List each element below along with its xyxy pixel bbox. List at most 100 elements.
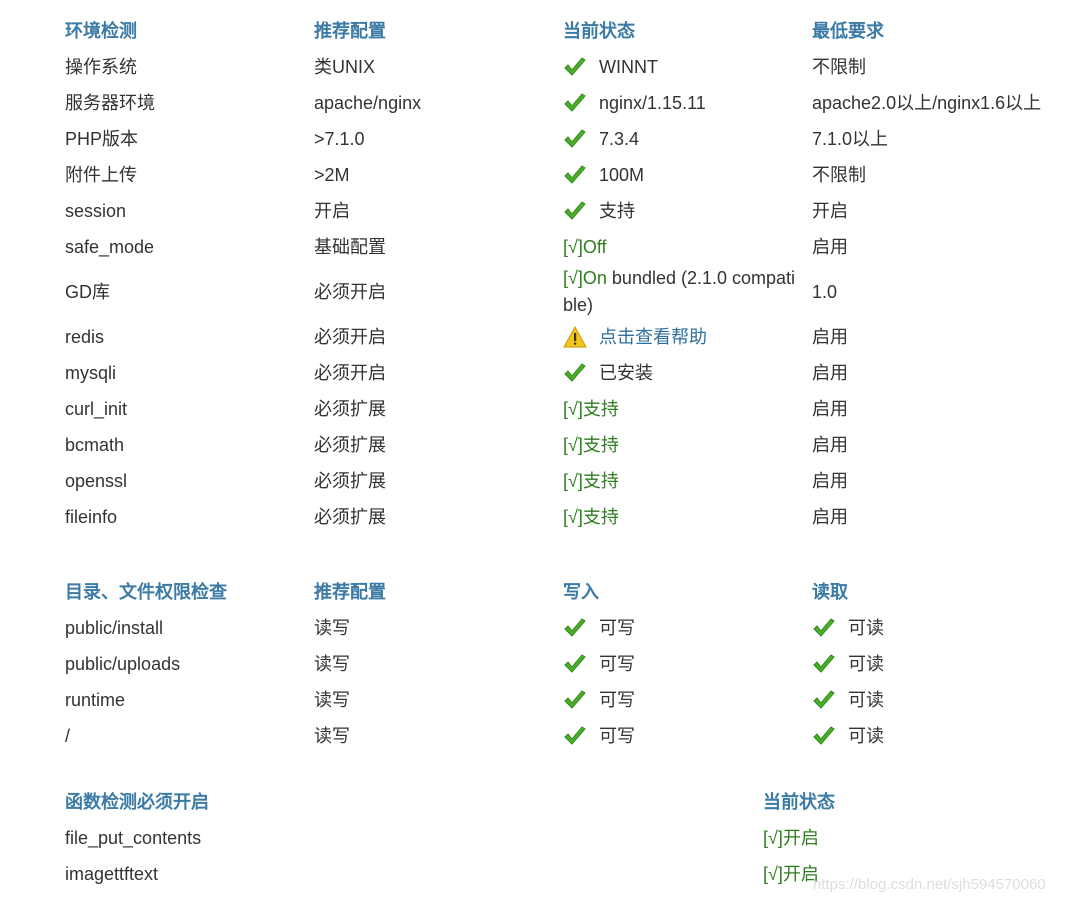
dir-row: / 读写 可写 可读 bbox=[65, 718, 1055, 754]
env-row: mysqli 必须开启 已安装 启用 bbox=[65, 355, 1055, 391]
env-row: 操作系统 类UNIX WINNT 不限制 bbox=[65, 49, 1055, 85]
env-item-recommended: 必须开启 bbox=[314, 282, 386, 302]
check-icon bbox=[564, 201, 586, 220]
env-item-name: openssl bbox=[65, 471, 128, 491]
env-item-recommended: 必须开启 bbox=[314, 327, 386, 347]
env-item-recommended: 类UNIX bbox=[314, 57, 376, 77]
status-text: 已安装 bbox=[599, 363, 653, 383]
help-link[interactable]: 点击查看帮助 bbox=[599, 324, 707, 350]
dir-write: 可写 bbox=[563, 646, 812, 682]
env-item-name: redis bbox=[65, 327, 105, 347]
env-item-name: 附件上传 bbox=[65, 165, 137, 185]
check-icon bbox=[564, 57, 586, 76]
check-icon bbox=[564, 129, 586, 148]
env-item-status: [√]支持 bbox=[563, 463, 812, 499]
function-header-row: 函数检测必须开启 当前状态 bbox=[65, 782, 1055, 820]
write-status: 可写 bbox=[599, 654, 635, 674]
header-function-check: 函数检测必须开启 bbox=[65, 792, 209, 812]
status-text: [√]Off bbox=[563, 237, 607, 257]
env-row: openssl 必须扩展 [√]支持 启用 bbox=[65, 463, 1055, 499]
status-text: 支持 bbox=[599, 201, 635, 221]
environment-header-row: 环境检测 推荐配置 当前状态 最低要求 bbox=[65, 11, 1055, 49]
env-row: fileinfo 必须扩展 [√]支持 启用 bbox=[65, 499, 1055, 535]
header-minimum: 最低要求 bbox=[812, 21, 884, 41]
header-env-check: 环境检测 bbox=[65, 21, 137, 41]
write-status: 可写 bbox=[599, 690, 635, 710]
dir-path: / bbox=[65, 726, 71, 746]
check-icon bbox=[564, 93, 586, 112]
status-text: [√]支持 bbox=[563, 399, 619, 419]
env-item-status: 支持 bbox=[563, 193, 812, 229]
read-status: 可读 bbox=[848, 618, 884, 638]
env-item-name: mysqli bbox=[65, 363, 117, 383]
env-item-name: 操作系统 bbox=[65, 57, 137, 77]
env-row: 附件上传 >2M 100M 不限制 bbox=[65, 157, 1055, 193]
write-status: 可写 bbox=[599, 726, 635, 746]
env-item-recommended: 必须开启 bbox=[314, 363, 386, 383]
environment-rows: 操作系统 类UNIX WINNT 不限制 服务器环境 apache/nginx nginx/… bbox=[65, 49, 1055, 535]
check-icon bbox=[813, 726, 835, 745]
env-item-recommended: 必须扩展 bbox=[314, 399, 386, 419]
env-item-name: 服务器环境 bbox=[65, 93, 155, 113]
directory-header-row: 目录、文件权限检查 推荐配置 写入 读取 bbox=[65, 572, 1055, 610]
env-item-recommended: 必须扩展 bbox=[314, 435, 386, 455]
header-dir-recommended: 推荐配置 bbox=[314, 582, 386, 602]
env-item-recommended: 必须扩展 bbox=[314, 507, 386, 527]
status-flag: [√]On bbox=[563, 268, 607, 288]
header-recommended: 推荐配置 bbox=[314, 21, 386, 41]
env-item-recommended: 开启 bbox=[314, 201, 350, 221]
env-item-minimum: 开启 bbox=[812, 201, 848, 221]
write-status: 可写 bbox=[599, 618, 635, 638]
gd-status: [√]On bundled (2.1.0 compatible) bbox=[563, 265, 803, 319]
func-name: file_put_contents bbox=[65, 828, 202, 848]
env-item-name: GD库 bbox=[65, 282, 110, 302]
status-text: 100M bbox=[599, 165, 645, 185]
dir-write: 可写 bbox=[563, 718, 812, 754]
env-row: 服务器环境 apache/nginx nginx/1.15.11 apache2.0以… bbox=[65, 85, 1055, 121]
env-row: safe_mode 基础配置 [√]Off 启用 bbox=[65, 229, 1055, 265]
env-item-name: PHP版本 bbox=[65, 129, 139, 149]
env-item-status: [√]支持 bbox=[563, 499, 812, 535]
status-text: [√]支持 bbox=[563, 507, 619, 527]
env-item-status: [√]On bundled (2.1.0 compatible) bbox=[563, 265, 812, 319]
status-text: nginx/1.15.11 bbox=[599, 93, 706, 113]
env-row: session 开启 支持 开启 bbox=[65, 193, 1055, 229]
check-icon bbox=[564, 363, 586, 382]
func-row: file_put_contents [√]开启 bbox=[65, 820, 1055, 856]
env-item-minimum: 7.1.0以上 bbox=[812, 129, 889, 149]
func-name: imagettftext bbox=[65, 864, 159, 884]
read-status: 可读 bbox=[848, 726, 884, 746]
env-item-name: curl_init bbox=[65, 399, 128, 419]
header-write: 写入 bbox=[563, 582, 599, 602]
env-item-status: 已安装 bbox=[563, 355, 812, 391]
watermark: https://blog.csdn.net/sjh594570060 bbox=[813, 876, 1046, 893]
status-text: WINNT bbox=[599, 57, 658, 77]
dir-path: public/uploads bbox=[65, 654, 181, 674]
env-item-name: fileinfo bbox=[65, 507, 118, 527]
env-item-recommended: >2M bbox=[314, 165, 350, 185]
env-item-name: session bbox=[65, 201, 127, 221]
env-item-recommended: apache/nginx bbox=[314, 93, 422, 113]
dir-recommended: 读写 bbox=[314, 618, 350, 638]
env-item-status: [√]Off bbox=[563, 229, 812, 265]
header-read: 读取 bbox=[812, 582, 848, 602]
env-row: bcmath 必须扩展 [√]支持 启用 bbox=[65, 427, 1055, 463]
check-icon bbox=[564, 618, 586, 637]
check-icon bbox=[813, 690, 835, 709]
check-icon bbox=[813, 654, 835, 673]
env-row: GD库 必须开启 [√]On bundled (2.1.0 compatible) 1… bbox=[65, 265, 1055, 319]
dir-write: 可写 bbox=[563, 682, 812, 718]
env-item-minimum: 启用 bbox=[812, 471, 848, 491]
env-row: PHP版本 >7.1.0 7.3.4 7.1.0以上 bbox=[65, 121, 1055, 157]
status-text: [√]支持 bbox=[563, 471, 619, 491]
read-status: 可读 bbox=[848, 654, 884, 674]
environment-check-table: 环境检测 推荐配置 当前状态 最低要求 操作系统 类UNIX WINNT 不限制 服务器… bbox=[65, 11, 1055, 535]
env-item-recommended: 必须扩展 bbox=[314, 471, 386, 491]
env-item-status: 7.3.4 bbox=[563, 121, 812, 157]
env-row: redis 必须开启 点击查看帮助 启用 bbox=[65, 319, 1055, 355]
env-item-minimum: 启用 bbox=[812, 327, 848, 347]
env-item-status: nginx/1.15.11 bbox=[563, 85, 812, 121]
status-text: 7.3.4 bbox=[599, 129, 640, 149]
warning-icon bbox=[563, 326, 587, 348]
dir-read: 可读 bbox=[812, 646, 1055, 682]
